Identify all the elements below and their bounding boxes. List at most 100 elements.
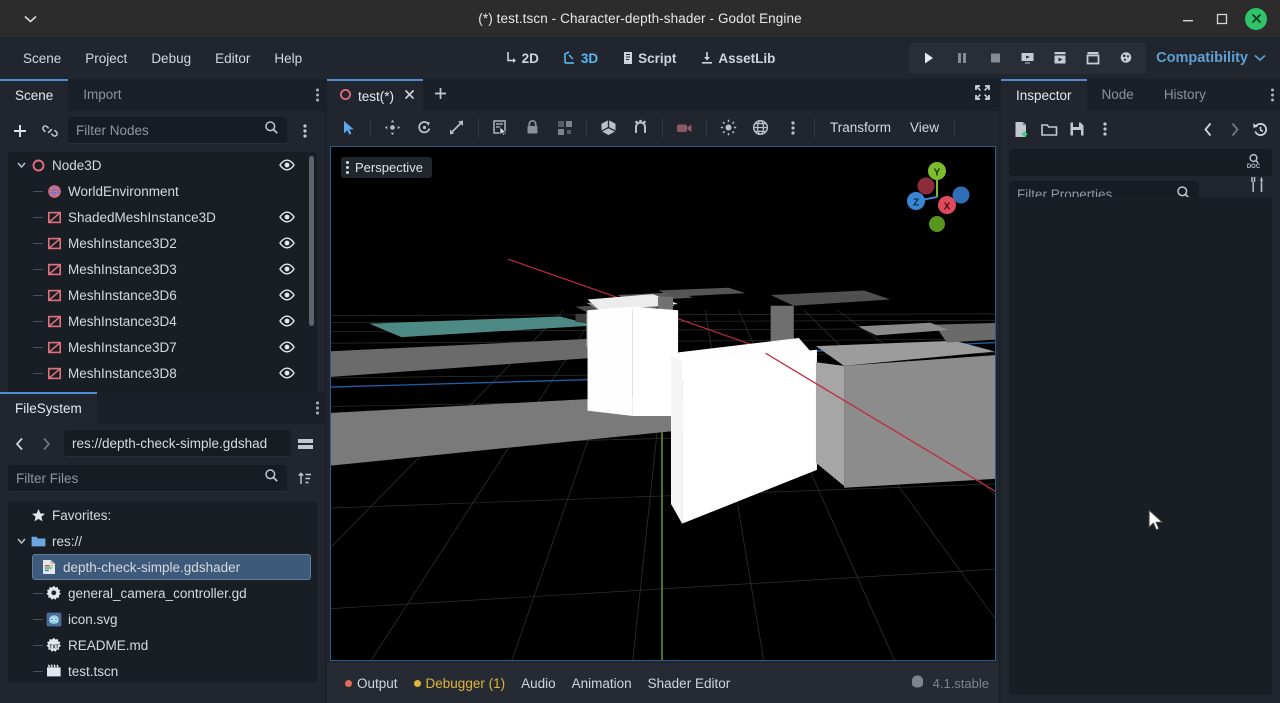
filter-nodes-input[interactable]: Filter Nodes <box>68 117 287 144</box>
new-resource-button[interactable] <box>1009 117 1033 141</box>
filesystem-item-favorites[interactable]: Favorites: <box>8 502 317 528</box>
bottom-tab-audio[interactable]: Audio <box>513 672 564 695</box>
menu-item-help[interactable]: Help <box>263 46 313 71</box>
close-icon[interactable] <box>404 89 415 103</box>
fs-path-input[interactable]: res://depth-check-simple.gdshad <box>64 430 291 457</box>
list-select-button[interactable] <box>485 114 516 141</box>
filesystem-item-depth-check-simple-gdshader[interactable]: depth-check-simple.gdshader <box>32 554 311 580</box>
tab-inspector[interactable]: Inspector <box>1001 79 1087 111</box>
expand-arrow-icon[interactable] <box>14 162 28 168</box>
scene-tab-test[interactable]: test(*) <box>327 79 424 111</box>
scene-tree-menu-button[interactable] <box>293 119 317 143</box>
filesystem-tree[interactable]: Favorites: res:// depth-check-simple.gdsha… <box>8 502 317 682</box>
menu-item-scene[interactable]: Scene <box>12 46 72 71</box>
add-node-button[interactable] <box>8 119 32 143</box>
move-mode-button[interactable] <box>377 114 408 141</box>
view-menu-button[interactable]: View <box>901 116 948 139</box>
scene-tree-item-node3d[interactable]: Node3D <box>8 152 317 178</box>
history-button[interactable] <box>1248 117 1272 141</box>
visibility-toggle-icon[interactable] <box>279 158 295 172</box>
scene-panel-menu-button[interactable] <box>316 88 319 102</box>
visibility-toggle-icon[interactable] <box>279 314 295 328</box>
fs-sort-button[interactable] <box>293 467 317 491</box>
tab-node[interactable]: Node <box>1087 79 1149 111</box>
scene-tree-item-meshinstance3d8[interactable]: MeshInstance3D8 <box>8 360 317 386</box>
scene-tree-scrollbar[interactable] <box>309 156 314 326</box>
snap-button[interactable] <box>625 114 656 141</box>
bottom-tab-output[interactable]: Output <box>337 672 406 695</box>
scene-tree-item-meshinstance3d2[interactable]: MeshInstance3D2 <box>8 230 317 256</box>
distraction-free-button[interactable] <box>974 84 991 106</box>
open-docs-button[interactable]: DOC <box>1238 149 1268 176</box>
pause-button[interactable] <box>946 45 977 72</box>
bottom-tab-debugger[interactable]: Debugger (1) <box>406 672 514 695</box>
play-custom-button[interactable] <box>1078 45 1109 72</box>
inspector-object-path[interactable]: DOC <box>1009 149 1272 176</box>
visibility-toggle-icon[interactable] <box>279 366 295 380</box>
bottom-tab-shader-editor[interactable]: Shader Editor <box>640 672 739 695</box>
select-mode-button[interactable] <box>333 114 364 141</box>
group-button[interactable] <box>549 114 580 141</box>
scene-tree[interactable]: Node3D WorldEnvironment ShadedMeshInstance… <box>8 152 317 397</box>
stop-button[interactable] <box>979 45 1010 72</box>
load-resource-button[interactable] <box>1037 117 1061 141</box>
visibility-toggle-icon[interactable] <box>279 288 295 302</box>
inspector-panel-menu-button[interactable] <box>1271 88 1274 102</box>
tab-assetlib[interactable]: AssetLib <box>691 46 784 71</box>
play-scene-button[interactable] <box>1012 45 1043 72</box>
filesystem-item-res[interactable]: res:// <box>8 528 317 554</box>
filter-files-input[interactable]: Filter Files <box>8 465 287 492</box>
filesystem-item-icon-svg[interactable]: icon.svg <box>8 606 317 632</box>
camera-preview-button[interactable] <box>669 114 700 141</box>
menu-item-debug[interactable]: Debug <box>140 46 202 71</box>
preview-environment-button[interactable] <box>745 114 776 141</box>
instance-scene-button[interactable] <box>38 119 62 143</box>
add-scene-tab-button[interactable] <box>423 79 457 111</box>
save-resource-button[interactable] <box>1065 117 1089 141</box>
rotate-mode-button[interactable] <box>409 114 440 141</box>
scene-tree-item-meshinstance3d6[interactable]: MeshInstance3D6 <box>8 282 317 308</box>
scene-tree-item-meshinstance3d4[interactable]: MeshInstance3D4 <box>8 308 317 334</box>
menu-item-editor[interactable]: Editor <box>204 46 261 71</box>
visibility-toggle-icon[interactable] <box>279 340 295 354</box>
fs-forward-button[interactable] <box>34 432 58 456</box>
tab-filesystem[interactable]: FileSystem <box>0 392 97 424</box>
filesystem-panel-menu-button[interactable] <box>316 401 319 415</box>
fs-layout-toggle-button[interactable] <box>293 432 317 456</box>
filesystem-item-test-tscn[interactable]: test.tscn <box>8 658 317 682</box>
fs-back-button[interactable] <box>8 432 32 456</box>
local-space-button[interactable] <box>593 114 624 141</box>
lock-button[interactable] <box>517 114 548 141</box>
scale-mode-button[interactable] <box>441 114 472 141</box>
expand-arrow-icon[interactable] <box>14 538 28 544</box>
tab-2d[interactable]: 2D <box>496 46 548 71</box>
filesystem-item-general-camera-controller-gd[interactable]: general_camera_controller.gd <box>8 580 317 606</box>
play-button[interactable] <box>913 45 944 72</box>
preview-sun-button[interactable] <box>713 114 744 141</box>
filesystem-item-readme-md[interactable]: TXT README.md <box>8 632 317 658</box>
close-button[interactable] <box>1240 4 1272 34</box>
scene-tree-item-meshinstance3d7[interactable]: MeshInstance3D7 <box>8 334 317 360</box>
scene-tree-item-meshinstance3d3[interactable]: MeshInstance3D3 <box>8 256 317 282</box>
renderer-selector[interactable]: Compatibility <box>1156 50 1270 66</box>
resource-extra-menu-button[interactable] <box>1093 117 1117 141</box>
visibility-toggle-icon[interactable] <box>279 210 295 224</box>
tab-history[interactable]: History <box>1149 79 1221 111</box>
scene-tree-item-worldenvironment[interactable]: WorldEnvironment <box>8 178 317 204</box>
menu-item-project[interactable]: Project <box>74 46 138 71</box>
bottom-tab-animation[interactable]: Animation <box>564 672 640 695</box>
minimize-button[interactable] <box>1172 4 1204 34</box>
scene-tree-item-shadedmeshinstance3d[interactable]: ShadedMeshInstance3D <box>8 204 317 230</box>
perspective-menu-button[interactable]: Perspective <box>341 157 432 178</box>
play-current-button[interactable] <box>1045 45 1076 72</box>
maximize-button[interactable] <box>1206 4 1238 34</box>
tab-scene[interactable]: Scene <box>0 79 69 111</box>
tab-import[interactable]: Import <box>68 79 136 111</box>
movie-maker-button[interactable] <box>1111 45 1142 72</box>
visibility-toggle-icon[interactable] <box>279 262 295 276</box>
view-axis-gizmo[interactable]: Y Z X <box>899 157 975 233</box>
transform-menu-button[interactable]: Transform <box>821 116 900 139</box>
tab-3d[interactable]: 3D <box>554 46 607 71</box>
tab-script[interactable]: Script <box>613 46 685 71</box>
history-next-button[interactable] <box>1222 117 1246 141</box>
